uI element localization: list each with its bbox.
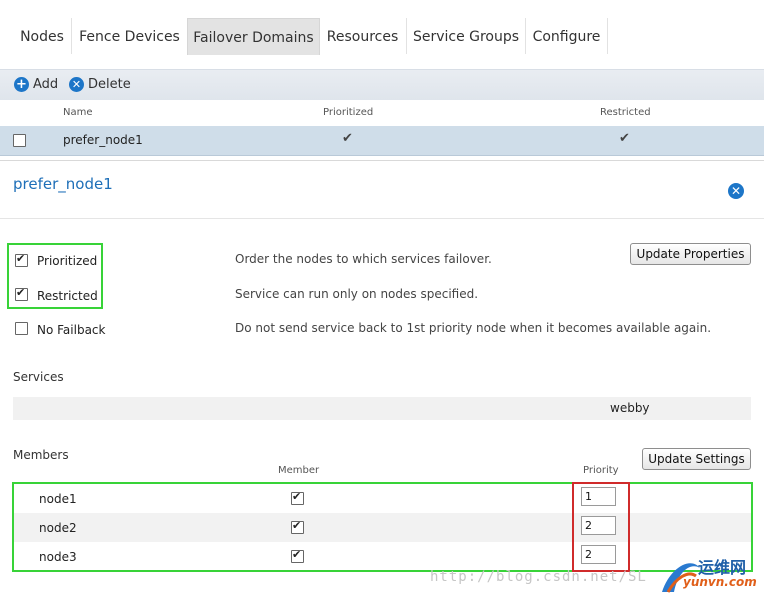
watermark-text: http://blog.csdn.net/SL bbox=[430, 569, 647, 585]
column-header-restricted: Restricted bbox=[600, 107, 651, 118]
member-column-header: Member bbox=[278, 465, 320, 476]
update-settings-button[interactable]: Update Settings bbox=[642, 448, 751, 470]
services-label: Services bbox=[13, 370, 64, 384]
members-label: Members bbox=[13, 448, 69, 462]
row-name: prefer_node1 bbox=[63, 133, 143, 147]
restricted-checkbox[interactable] bbox=[15, 286, 28, 301]
delete-button[interactable]: ✕ Delete bbox=[69, 77, 131, 92]
prioritized-label: Prioritized bbox=[37, 254, 98, 268]
tab-failover-domains[interactable]: Failover Domains bbox=[187, 18, 320, 55]
services-list: webby bbox=[13, 397, 751, 420]
add-label: Add bbox=[33, 77, 59, 92]
column-header-prioritized: Prioritized bbox=[323, 107, 374, 118]
highlight-members-box bbox=[12, 482, 753, 572]
restricted-description: Service can run only on nodes specified. bbox=[235, 287, 479, 301]
service-item: webby bbox=[610, 401, 650, 415]
no-failback-checkbox[interactable] bbox=[15, 322, 28, 335]
tab-resources[interactable]: Resources bbox=[319, 18, 407, 54]
column-header-name: Name bbox=[63, 107, 93, 118]
tab-bar: Nodes Fence Devices Failover Domains Res… bbox=[0, 18, 764, 55]
restricted-check-icon: ✔ bbox=[619, 131, 630, 146]
close-icon[interactable]: ✕ bbox=[728, 183, 744, 199]
table-header: Name Prioritized Restricted bbox=[0, 100, 764, 127]
table-row[interactable]: prefer_node1 ✔ ✔ bbox=[0, 126, 764, 156]
update-properties-button[interactable]: Update Properties bbox=[630, 243, 751, 265]
no-failback-label: No Failback bbox=[37, 323, 106, 337]
detail-title: prefer_node1 bbox=[13, 175, 113, 193]
delete-label: Delete bbox=[88, 77, 131, 92]
prioritized-check-icon: ✔ bbox=[342, 131, 353, 146]
row-select-checkbox[interactable] bbox=[13, 134, 26, 147]
delete-icon: ✕ bbox=[69, 77, 84, 92]
restricted-label: Restricted bbox=[37, 289, 98, 303]
prioritized-description: Order the nodes to which services failov… bbox=[235, 252, 492, 266]
add-button[interactable]: + Add bbox=[14, 77, 58, 92]
tab-fence-devices[interactable]: Fence Devices bbox=[72, 18, 188, 54]
priority-column-header: Priority bbox=[583, 465, 619, 476]
tab-nodes[interactable]: Nodes bbox=[13, 18, 72, 54]
logo-subtext: yunvn.com bbox=[683, 575, 757, 589]
no-failback-description: Do not send service back to 1st priority… bbox=[235, 321, 712, 335]
highlight-priority-box bbox=[572, 482, 630, 572]
tab-service-groups[interactable]: Service Groups bbox=[407, 18, 526, 54]
toolbar: + Add ✕ Delete bbox=[0, 69, 764, 100]
detail-header: prefer_node1 ✕ bbox=[0, 160, 764, 219]
plus-icon: + bbox=[14, 77, 29, 92]
prioritized-checkbox[interactable] bbox=[15, 252, 28, 267]
tab-configure[interactable]: Configure bbox=[526, 18, 608, 54]
